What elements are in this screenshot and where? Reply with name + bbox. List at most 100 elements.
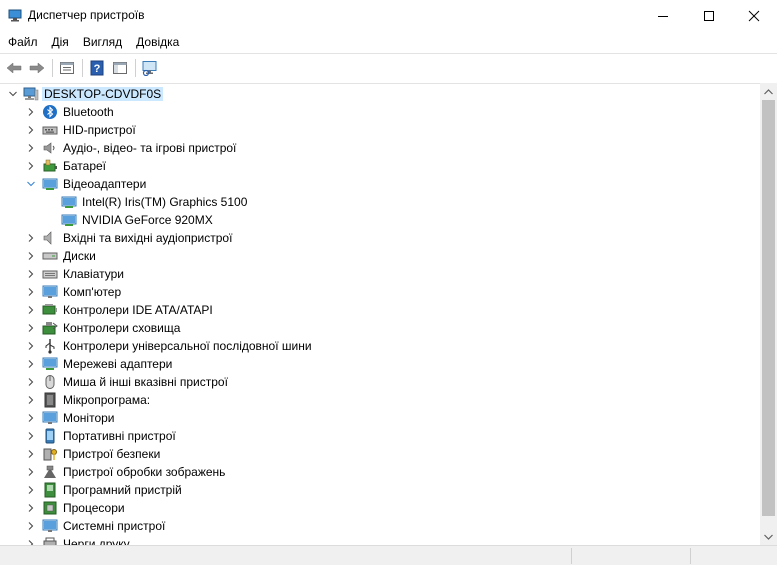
tree-category[interactable]: Пристрої обробки зображень [0,463,760,481]
tree-category-label: Bluetooth [63,105,114,119]
tree-category[interactable]: Вхідні та вихідні аудіопристрої [0,229,760,247]
tree-category[interactable]: Процесори [0,499,760,517]
tree-category[interactable]: Миша й інші вказівні пристрої [0,373,760,391]
scan-hardware-button[interactable] [139,57,161,79]
device-manager-window: Диспетчер пристроїв Файл Дія Вигляд Дові… [0,0,777,565]
tree-category-label: Вхідні та вихідні аудіопристрої [63,231,233,245]
chevron-right-icon[interactable] [26,377,36,387]
chevron-right-icon[interactable] [26,107,36,117]
title-bar: Диспетчер пристроїв [0,0,777,31]
keyboard-icon [42,270,58,279]
forward-button[interactable] [26,57,48,79]
tree-root[interactable]: DESKTOP-CDVDF0S [0,85,760,103]
scroll-up-button[interactable] [760,83,777,100]
tree-device[interactable]: Intel(R) Iris(TM) Graphics 5100 [0,193,760,211]
print-queue-icon [43,537,57,545]
tree-category[interactable]: Bluetooth [0,103,760,121]
tree-category[interactable]: HID-пристрої [0,121,760,139]
minimize-button[interactable] [640,0,686,31]
chevron-right-icon[interactable] [26,251,36,261]
tree-category-label: Диски [63,249,96,263]
chevron-right-icon[interactable] [26,395,36,405]
tree-category[interactable]: Пристрої безпеки [0,445,760,463]
tree-device[interactable]: NVIDIA GeForce 920MX [0,211,760,229]
tree-category-label: Мікропрограма: [63,393,151,407]
toolbar-separator [135,58,136,77]
chevron-right-icon[interactable] [26,305,36,315]
chevron-right-icon[interactable] [26,161,36,171]
tree-category[interactable]: Комп'ютер [0,283,760,301]
tree-category-label: Процесори [63,501,125,515]
chevron-right-icon[interactable] [26,323,36,333]
tree-category[interactable]: Контролери IDE ATA/ATAPI [0,301,760,319]
tree-category[interactable]: Клавіатури [0,265,760,283]
tree-category-label: Черги друку [63,537,130,545]
show-hide-tree-button[interactable] [109,57,131,79]
mouse-icon [45,375,55,389]
chevron-right-icon[interactable] [26,413,36,423]
speaker-icon [43,231,52,245]
vertical-scrollbar[interactable] [760,83,777,545]
firmware-icon [44,392,56,408]
chevron-right-icon[interactable] [26,503,36,513]
chevron-right-icon[interactable] [26,485,36,495]
tree-category[interactable]: Черги друку [0,535,760,545]
chevron-right-icon[interactable] [26,449,36,459]
maximize-button[interactable] [686,0,732,31]
tree-category[interactable]: Портативні пристрої [0,427,760,445]
menu-view[interactable]: Вигляд [75,31,128,53]
menu-action[interactable]: Дія [44,31,75,53]
tree-category[interactable]: Мікропрограма: [0,391,760,409]
chevron-right-icon[interactable] [26,521,36,531]
properties-button[interactable] [56,57,78,79]
tree-category[interactable]: Контролери універсальної послідовної шин… [0,337,760,355]
tree-category[interactable]: Мережеві адаптери [0,355,760,373]
help-button[interactable]: ? [86,57,108,79]
scroll-thumb[interactable] [762,100,775,516]
tree-category[interactable]: Відеоадаптери [0,175,760,193]
chevron-right-icon[interactable] [26,287,36,297]
chevron-right-icon[interactable] [26,359,36,369]
bluetooth-icon [43,105,57,119]
tree-category-label: Аудіо-, відео- та ігрові пристрої [63,141,237,155]
chevron-right-icon[interactable] [26,467,36,477]
tree-category[interactable]: Системні пристрої [0,517,760,535]
tree-category[interactable]: Монітори [0,409,760,427]
storage-controller-icon [42,322,58,335]
portable-device-icon [45,428,55,444]
chevron-right-icon[interactable] [26,341,36,351]
back-button[interactable] [3,57,25,79]
menu-help[interactable]: Довідка [128,31,185,53]
battery-icon [43,159,57,172]
tree-category[interactable]: Диски [0,247,760,265]
computer-icon [42,285,58,298]
status-bar [0,545,777,565]
display-adapter-icon [42,178,58,190]
tree-device-label: NVIDIA GeForce 920MX [82,213,213,227]
tree-category[interactable]: Програмний пристрій [0,481,760,499]
tree-category[interactable]: Контролери сховища [0,319,760,337]
tree-category-label: Монітори [63,411,115,425]
chevron-right-icon[interactable] [26,431,36,441]
tree-category-label: Контролери універсальної послідовної шин… [63,339,312,353]
chevron-right-icon[interactable] [26,143,36,153]
status-divider [571,548,572,564]
help-icon: ? [90,60,104,75]
chevron-down-icon[interactable] [26,179,36,189]
chevron-right-icon[interactable] [26,233,36,243]
usb-icon [45,339,55,354]
tree-category-label: Мережеві адаптери [63,357,173,371]
chevron-right-icon[interactable] [26,125,36,135]
chevron-right-icon[interactable] [26,269,36,279]
disk-icon [42,252,58,260]
tree-category[interactable]: Аудіо-, відео- та ігрові пристрої [0,139,760,157]
close-button[interactable] [731,0,777,31]
menu-file[interactable]: Файл [0,31,44,53]
tree-category-label: Пристрої обробки зображень [63,465,226,479]
tree-category[interactable]: Батареї [0,157,760,175]
audio-video-icon [43,142,55,154]
chevron-down-icon[interactable] [8,89,18,99]
scroll-down-button[interactable] [760,528,777,545]
toolbar-separator [82,58,83,77]
camera-icon [44,465,56,478]
